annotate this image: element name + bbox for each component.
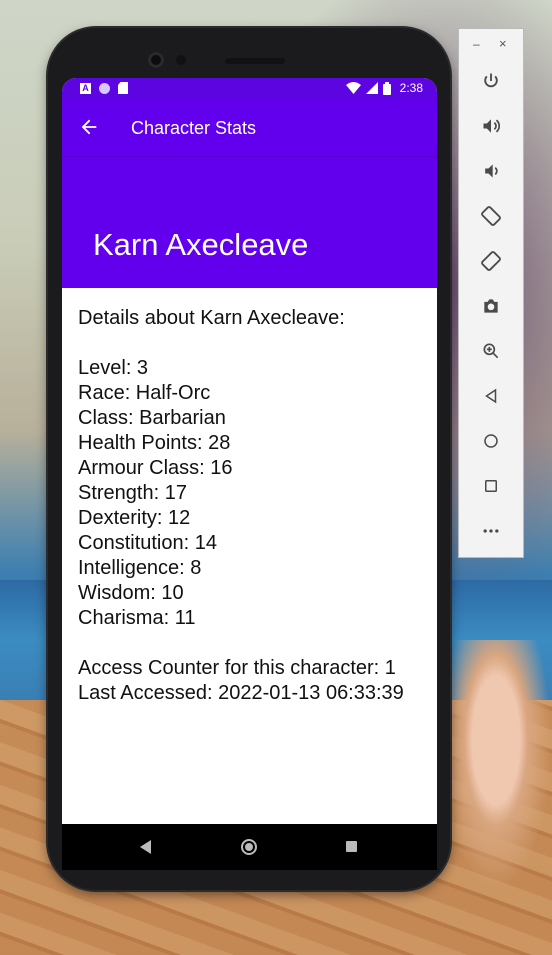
back-button[interactable] bbox=[78, 116, 100, 138]
stat-intelligence: Intelligence: 8 bbox=[78, 557, 202, 579]
rotate-right-icon bbox=[481, 251, 501, 271]
device-screen: A 2:38 Character Stats Karn Axecleave De… bbox=[62, 78, 437, 824]
overview-button[interactable] bbox=[476, 471, 506, 501]
stat-strength: Strength: 17 bbox=[78, 482, 187, 504]
battery-icon bbox=[382, 81, 391, 95]
notification-dot-icon bbox=[99, 82, 110, 94]
stat-health-points: Health Points: 28 bbox=[78, 432, 231, 454]
proximity-sensor bbox=[176, 55, 186, 65]
back-button-toolbar[interactable] bbox=[476, 381, 506, 411]
overview-icon bbox=[485, 480, 497, 492]
stat-race: Race: Half-Orc bbox=[78, 382, 211, 404]
volume-up-icon bbox=[483, 119, 501, 133]
rotate-left-icon bbox=[481, 206, 501, 226]
volume-down-button[interactable] bbox=[476, 156, 506, 186]
close-button[interactable]: × bbox=[499, 36, 507, 51]
nav-home-button[interactable] bbox=[241, 839, 257, 855]
rotate-right-button[interactable] bbox=[476, 246, 506, 276]
emulator-toolbar: – × bbox=[458, 28, 524, 558]
power-icon bbox=[484, 73, 498, 88]
wifi-icon bbox=[345, 82, 361, 94]
minimize-button[interactable]: – bbox=[473, 37, 480, 51]
stat-armour-class: Armour Class: 16 bbox=[78, 457, 233, 479]
background-character bbox=[440, 640, 552, 890]
stat-class: Class: Barbarian bbox=[78, 407, 226, 429]
collapsing-headline: Karn Axecleave bbox=[93, 227, 309, 262]
access-counter: Access Counter for this character: 1 bbox=[78, 657, 396, 679]
navigation-bar bbox=[62, 824, 437, 870]
sd-card-icon bbox=[118, 82, 128, 94]
power-button[interactable] bbox=[476, 66, 506, 96]
zoom-button[interactable] bbox=[476, 336, 506, 366]
nav-recents-button[interactable] bbox=[346, 841, 357, 852]
nav-back-button[interactable] bbox=[140, 840, 151, 854]
front-camera bbox=[148, 52, 164, 68]
volume-up-button[interactable] bbox=[476, 111, 506, 141]
toolbar-divider bbox=[62, 156, 437, 157]
camera-icon bbox=[484, 299, 498, 313]
details-intro: Details about Karn Axecleave: bbox=[78, 307, 345, 329]
status-time: 2:38 bbox=[399, 81, 423, 95]
zoom-icon bbox=[483, 343, 499, 359]
character-details: Details about Karn Axecleave: Level: 3 R… bbox=[78, 306, 404, 706]
screenshot-button[interactable] bbox=[476, 291, 506, 321]
speaker-grille bbox=[225, 58, 285, 64]
volume-down-icon bbox=[485, 164, 498, 178]
more-button[interactable] bbox=[476, 516, 506, 546]
stat-wisdom: Wisdom: 10 bbox=[78, 582, 184, 604]
toolbar-window-controls: – × bbox=[459, 36, 523, 53]
arrow-back-icon bbox=[81, 119, 97, 135]
stat-constitution: Constitution: 14 bbox=[78, 532, 217, 554]
accessibility-icon: A bbox=[80, 82, 91, 94]
signal-icon bbox=[365, 82, 378, 94]
last-accessed: Last Accessed: 2022-01-13 06:33:39 bbox=[78, 682, 404, 704]
stat-charisma: Charisma: 11 bbox=[78, 607, 196, 629]
stat-dexterity: Dexterity: 12 bbox=[78, 507, 191, 529]
app-bar-title: Character Stats bbox=[131, 118, 257, 138]
home-icon bbox=[484, 434, 498, 448]
home-button-toolbar[interactable] bbox=[476, 426, 506, 456]
stat-level: Level: 3 bbox=[78, 357, 149, 379]
back-icon bbox=[485, 388, 497, 404]
status-bar: A 2:38 bbox=[62, 78, 437, 100]
app-bar: Character Stats Karn Axecleave bbox=[62, 100, 437, 288]
rotate-left-button[interactable] bbox=[476, 201, 506, 231]
more-icon bbox=[483, 529, 499, 533]
